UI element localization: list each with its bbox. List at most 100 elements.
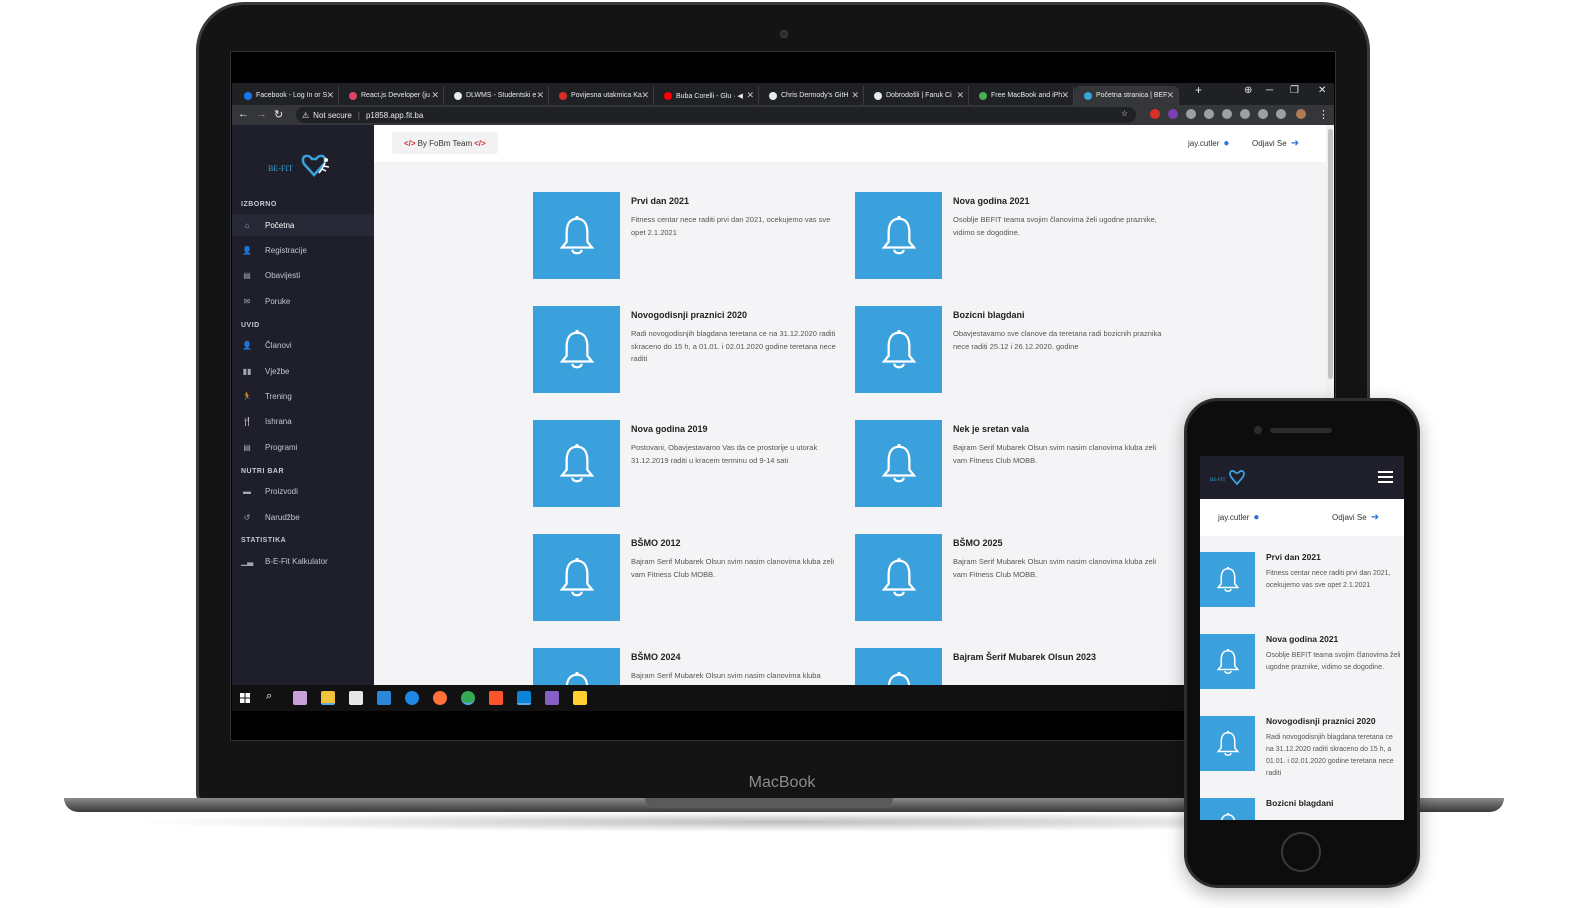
notification-card[interactable]: Bajram Šerif Mubarek Olsun 2023 bbox=[855, 648, 1165, 685]
close-tab-icon[interactable]: ✕ bbox=[641, 90, 649, 101]
add-tab-icon[interactable]: + bbox=[1195, 83, 1202, 97]
close-tab-icon[interactable]: ✕ bbox=[536, 90, 544, 101]
logout-button[interactable]: Odjavi Se ➜ bbox=[1332, 512, 1379, 523]
tab-title: Povijesna utakmica Ka bbox=[571, 92, 642, 99]
sidebar-item-obavijesti[interactable]: ▤ Obavijesti bbox=[232, 265, 374, 287]
chart-icon: ▁▃ bbox=[241, 556, 254, 566]
extension-icon[interactable] bbox=[1204, 109, 1214, 119]
sidebar-item--lanovi[interactable]: 👤 Članovi bbox=[232, 335, 374, 357]
sidebar-item-poruke[interactable]: ✉ Poruke bbox=[232, 290, 374, 312]
notification-card[interactable]: Prvi dan 2021 Fitness centar nece raditi … bbox=[533, 192, 843, 282]
notification-card[interactable]: BŠMO 2012 Bajram Serif Mubarek Olsun svim… bbox=[533, 534, 843, 624]
sidebar-item-label: Programi bbox=[265, 442, 298, 452]
extensions-puzzle-icon[interactable] bbox=[1258, 109, 1268, 119]
notification-card[interactable]: Prvi dan 2021 Fitness centar nece raditi … bbox=[1200, 552, 1404, 622]
notification-card[interactable]: BŠMO 2025 Bajram Serif Mubarek Olsun svim… bbox=[855, 534, 1165, 624]
close-tab-icon[interactable]: ✕ bbox=[746, 90, 754, 101]
browser-tab[interactable]: Dobrodošli | Faruk Ci ✕ bbox=[864, 86, 969, 105]
browser-tab[interactable]: Početna stranica | BEF ✕ bbox=[1074, 86, 1179, 105]
browser-menu-icon[interactable]: ⋮ bbox=[1318, 108, 1329, 121]
visual-studio-icon[interactable] bbox=[545, 691, 559, 705]
extension-icon[interactable] bbox=[1222, 109, 1232, 119]
phone-home-button[interactable] bbox=[1281, 832, 1321, 872]
sidebar-item-proizvodi[interactable]: ▬ Proizvodi bbox=[232, 481, 374, 503]
notification-card[interactable]: Nova godina 2021 Osoblje BEFIT teama svoj… bbox=[855, 192, 1165, 282]
sidebar-item-trening[interactable]: 🏃 Trening bbox=[232, 385, 374, 407]
sidebar-item-ishrana[interactable]: 🍴 Ishrana bbox=[232, 411, 374, 433]
sidebar-item-po-etna[interactable]: ⌂ Početna bbox=[232, 214, 374, 236]
bell-icon bbox=[1216, 730, 1239, 756]
store-icon[interactable] bbox=[349, 691, 363, 705]
windows-start-icon[interactable] bbox=[240, 693, 250, 703]
logout-button[interactable]: Odjavi Se ➜ bbox=[1252, 138, 1299, 149]
notification-card[interactable]: Bozicni blagdani bbox=[1200, 798, 1404, 820]
browser-tab[interactable]: Povijesna utakmica Ka ✕ bbox=[549, 86, 654, 105]
close-window-icon[interactable]: ✕ bbox=[1318, 85, 1326, 96]
reading-list-icon[interactable] bbox=[1276, 109, 1286, 119]
address-bar[interactable]: ⚠ Not secure | p1858.app.fit.ba ☆ bbox=[296, 107, 1136, 123]
bell-icon bbox=[1216, 648, 1239, 674]
tab-favicon-icon bbox=[1084, 91, 1092, 100]
notification-thumbnail bbox=[533, 192, 620, 279]
browser-tab[interactable]: Free MacBook and iPh ✕ bbox=[969, 86, 1074, 105]
close-tab-icon[interactable]: ✕ bbox=[1061, 90, 1069, 101]
close-tab-icon[interactable]: ✕ bbox=[431, 90, 439, 101]
user-menu[interactable]: jay.cutler ● bbox=[1188, 138, 1229, 149]
sidebar-item-vje-be[interactable]: ▮▮ Vježbe bbox=[232, 360, 374, 382]
mail-icon[interactable] bbox=[377, 691, 391, 705]
back-icon[interactable]: ← bbox=[238, 108, 249, 120]
scrollbar-thumb[interactable] bbox=[1328, 129, 1333, 379]
notification-card[interactable]: Bozicni blagdani Obavjestavamo sve clanov… bbox=[855, 306, 1165, 396]
notification-card[interactable]: BŠMO 2024 Bajram Serif Mubarek Olsun svim… bbox=[533, 648, 843, 685]
chrome-icon[interactable] bbox=[461, 691, 475, 705]
close-tab-icon[interactable]: ✕ bbox=[956, 90, 964, 101]
notification-card[interactable]: Nek je sretan vala Bajram Serif Mubarek O… bbox=[855, 420, 1165, 510]
sidebar-item-b-e-fit-kalkulator[interactable]: ▁▃ B-E-Fit Kalkulator bbox=[232, 550, 374, 572]
sidebar-item-programi[interactable]: ▤ Programi bbox=[232, 436, 374, 458]
close-tab-icon[interactable]: ✕ bbox=[326, 90, 334, 101]
new-tab-icon[interactable]: ⊕ bbox=[1244, 85, 1252, 96]
extension-icon[interactable] bbox=[1186, 109, 1196, 119]
notification-text: Radi novogodisnjih blagdana teretana ce … bbox=[631, 329, 836, 363]
phone-userbar: jay.cutler ● Odjavi Se ➜ bbox=[1200, 499, 1404, 536]
sidebar-item-registracije[interactable]: 👤 Registracije bbox=[232, 239, 374, 261]
file-explorer-icon[interactable] bbox=[321, 691, 335, 705]
sidebar-item-narud-be[interactable]: ↺ Narudžbe bbox=[232, 506, 374, 528]
close-tab-icon[interactable]: ✕ bbox=[1166, 90, 1174, 101]
app-icon[interactable] bbox=[573, 691, 587, 705]
bookmark-star-icon[interactable]: ☆ bbox=[1121, 109, 1128, 118]
phone-screen: BE-FIT jay.cutler ● Odjavi Se ➜ Prvi dan… bbox=[1200, 456, 1404, 820]
app-icon[interactable] bbox=[293, 691, 307, 705]
browser-tab[interactable]: Facebook - Log In or S ✕ bbox=[234, 86, 339, 105]
tab-favicon-icon bbox=[559, 91, 567, 100]
reload-icon[interactable]: ↻ bbox=[274, 108, 283, 121]
search-icon[interactable]: ⌕ bbox=[266, 690, 272, 703]
close-tab-icon[interactable]: ✕ bbox=[851, 90, 859, 101]
profile-avatar[interactable] bbox=[1296, 109, 1306, 119]
befit-logo[interactable]: BE-FIT bbox=[1210, 468, 1250, 488]
hamburger-menu-icon[interactable] bbox=[1378, 471, 1393, 483]
tab-favicon-icon bbox=[349, 91, 357, 100]
extension-icon[interactable] bbox=[1240, 109, 1250, 119]
brave-icon[interactable] bbox=[489, 691, 503, 705]
notification-card[interactable]: Nova godina 2021 Osoblje BEFIT teama svoj… bbox=[1200, 634, 1404, 704]
edge-icon[interactable] bbox=[405, 691, 419, 705]
notification-card[interactable]: Nova godina 2019 Postovani, Obavjestavamo… bbox=[533, 420, 843, 510]
extension-icon[interactable] bbox=[1168, 109, 1178, 119]
forward-icon[interactable]: → bbox=[256, 108, 267, 120]
user-icon: 👤 bbox=[242, 341, 252, 351]
restore-icon[interactable]: ❐ bbox=[1290, 85, 1299, 96]
browser-tab[interactable]: React.js Developer (ju ✕ bbox=[339, 86, 444, 105]
extension-icon[interactable] bbox=[1150, 109, 1160, 119]
befit-logo[interactable]: BE-FIT bbox=[268, 151, 338, 181]
team-label: By FoBm Team bbox=[417, 138, 473, 148]
browser-tab[interactable]: DLWMS - Studentski e ✕ bbox=[444, 86, 549, 105]
browser-tab[interactable]: Buba Corelli - Glu · ◀ ✕ bbox=[654, 86, 759, 105]
minimize-icon[interactable]: ─ bbox=[1266, 85, 1273, 96]
notification-card[interactable]: Novogodisnji praznici 2020 Radi novogodis… bbox=[1200, 716, 1404, 786]
vscode-icon[interactable] bbox=[517, 691, 531, 705]
user-menu[interactable]: jay.cutler ● bbox=[1218, 512, 1259, 523]
browser-tab[interactable]: Chris Dermody's GitH ✕ bbox=[759, 86, 864, 105]
firefox-icon[interactable] bbox=[433, 691, 447, 705]
notification-card[interactable]: Novogodisnji praznici 2020 Radi novogodis… bbox=[533, 306, 843, 396]
